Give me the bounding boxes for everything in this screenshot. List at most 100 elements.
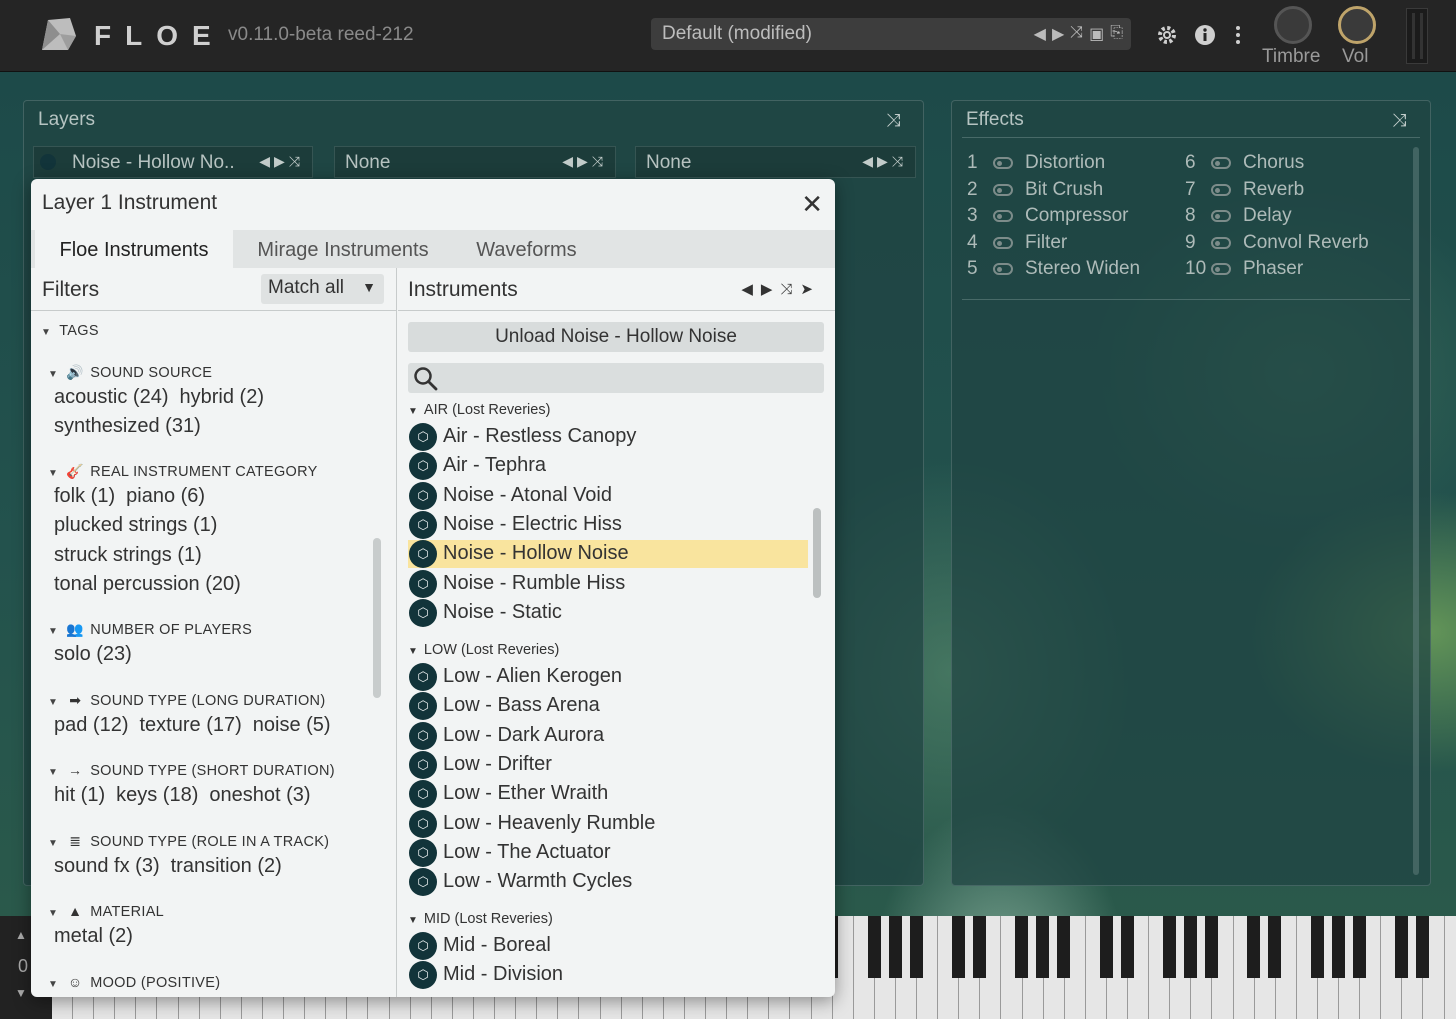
instrument-list-item[interactable]: ⬡ Low - Warmth Cycles (408, 868, 808, 897)
save-icon[interactable]: ▣ (1089, 24, 1104, 44)
black-key[interactable] (909, 916, 923, 978)
effect-toggle-icon[interactable] (993, 184, 1013, 196)
tab-floe-instruments[interactable]: Floe Instruments (35, 230, 233, 268)
filter-tag[interactable]: texture (17) (140, 714, 242, 736)
filter-tag[interactable]: solo (23) (54, 643, 132, 665)
effect-item-distortion[interactable]: 1 Distortion (967, 152, 1105, 174)
filter-tag[interactable]: hybrid (2) (180, 386, 264, 408)
effect-item-compressor[interactable]: 3 Compressor (967, 205, 1128, 227)
instrument-list-item[interactable]: ⬡ Noise - Electric Hiss (408, 510, 808, 539)
instrument-list-item[interactable]: ⬡ Low - Alien Kerogen (408, 663, 808, 691)
effect-item-chorus[interactable]: 6 Chorus (1185, 152, 1304, 174)
black-key[interactable] (867, 916, 881, 978)
filter-section-header[interactable]: ▼ → SOUND TYPE (SHORT DURATION) (48, 762, 335, 779)
effect-item-reverb[interactable]: 7 Reverb (1185, 179, 1304, 201)
filter-tag[interactable]: tonal percussion (20) (54, 573, 241, 595)
instrument-list-item[interactable]: ⬡ Low - Drifter (408, 750, 808, 779)
filter-section-header[interactable]: ▼ ▲ MATERIAL (48, 903, 164, 920)
tab-waveforms[interactable]: Waveforms (459, 230, 594, 268)
filter-tag[interactable]: folk (1) (54, 485, 115, 507)
layer-slot-controls[interactable]: ◀▶⤨ (862, 153, 907, 170)
instrument-list-item[interactable]: ⬡ Mid - Division (408, 961, 808, 990)
black-key[interactable] (888, 916, 902, 978)
next-icon[interactable]: ▶ (1052, 24, 1064, 44)
layers-shuffle-icon[interactable]: ⤨ (886, 110, 900, 131)
effect-toggle-icon[interactable] (993, 157, 1013, 169)
filter-section-header[interactable]: ▼ 🎸 REAL INSTRUMENT CATEGORY (48, 463, 318, 480)
filter-tag[interactable]: struck strings (1) (54, 544, 202, 566)
effect-item-bit-crush[interactable]: 2 Bit Crush (967, 179, 1103, 201)
effect-toggle-icon[interactable] (1211, 157, 1231, 169)
tab-mirage-instruments[interactable]: Mirage Instruments (241, 230, 445, 268)
filters-scrollbar[interactable] (373, 538, 381, 698)
layer-slot-controls[interactable]: ◀▶⤨ (562, 153, 607, 170)
instrument-list-item[interactable]: ⬡ Low - Heavenly Rumble (408, 809, 808, 838)
instrument-list-item[interactable]: ⬡ Noise - Static (408, 598, 808, 627)
instrument-list-item[interactable]: ⬡ Low - Bass Arena (408, 692, 808, 721)
black-key[interactable] (951, 916, 965, 978)
instrument-nav-controls[interactable]: ◀▶⤨➤ (741, 280, 821, 298)
effect-toggle-icon[interactable] (993, 237, 1013, 249)
gear-icon[interactable] (1156, 24, 1178, 46)
effect-toggle-icon[interactable] (993, 210, 1013, 222)
instrument-search-input[interactable] (408, 363, 824, 393)
effect-item-delay[interactable]: 8 Delay (1185, 205, 1292, 227)
effect-item-stereo-widen[interactable]: 5 Stereo Widen (967, 258, 1140, 280)
black-key[interactable] (1036, 916, 1050, 978)
effects-shuffle-icon[interactable]: ⤨ (1392, 110, 1406, 131)
close-icon[interactable]: ✕ (801, 189, 823, 220)
load-icon[interactable]: ⎘ (1110, 24, 1123, 44)
instrument-list-item[interactable]: ⬡ Mid - Boreal (408, 932, 808, 960)
effect-item-convol-reverb[interactable]: 9 Convol Reverb (1185, 232, 1369, 254)
layer-slot-1[interactable]: Noise - Hollow No.. ◀▶⤨ (33, 146, 313, 178)
black-key[interactable] (1268, 916, 1282, 978)
instrument-list-item[interactable]: ⬡ Low - Ether Wraith (408, 780, 808, 809)
effect-toggle-icon[interactable] (993, 263, 1013, 275)
instrument-list-item[interactable]: ⬡ Noise - Rumble Hiss (408, 569, 808, 598)
info-icon[interactable] (1194, 24, 1216, 46)
shuffle-icon[interactable]: ⤨ (1070, 24, 1083, 44)
filter-section-header[interactable]: ▼ 🔊 SOUND SOURCE (48, 364, 212, 381)
instrument-list-item[interactable]: ⬡ Low - Dark Aurora (408, 721, 808, 750)
filter-tag[interactable]: acoustic (24) (54, 386, 169, 408)
more-vertical-icon[interactable] (1232, 24, 1244, 46)
black-key[interactable] (1162, 916, 1176, 978)
octave-up-icon[interactable]: ▲ (15, 928, 27, 942)
black-key[interactable] (1310, 916, 1324, 978)
black-key[interactable] (973, 916, 987, 978)
black-key[interactable] (1395, 916, 1409, 978)
black-key[interactable] (1184, 916, 1198, 978)
filter-tag[interactable]: noise (5) (253, 714, 331, 736)
filter-section-header[interactable]: ▼ ➡ SOUND TYPE (LONG DURATION) (48, 692, 325, 709)
black-key[interactable] (1416, 916, 1430, 978)
instrument-list-item[interactable]: ⬡ Noise - Atonal Void (408, 481, 808, 510)
layer-slot-3[interactable]: None ◀▶⤨ (635, 146, 916, 178)
filter-tag[interactable]: synthesized (31) (54, 415, 201, 437)
instrument-list-item[interactable]: ⬡ Low - The Actuator (408, 838, 808, 867)
filter-tag[interactable]: transition (2) (171, 855, 282, 877)
instruments-scrollbar[interactable] (813, 508, 821, 598)
effect-item-filter[interactable]: 4 Filter (967, 232, 1067, 254)
white-key[interactable] (1444, 916, 1456, 1019)
volume-knob[interactable] (1338, 6, 1376, 44)
filter-section-header[interactable]: ▼ ≣ SOUND TYPE (ROLE IN A TRACK) (48, 833, 329, 850)
match-mode-dropdown[interactable]: Match all ▼ (261, 274, 384, 304)
unload-button[interactable]: Unload Noise - Hollow Noise (408, 322, 824, 352)
instrument-list-item[interactable]: ⬡ Air - Restless Canopy (408, 423, 808, 451)
black-key[interactable] (1247, 916, 1261, 978)
preset-selector[interactable]: Default (modified) ◀ ▶ ⤨ ▣ ⎘ (651, 18, 1131, 50)
timbre-knob[interactable] (1274, 6, 1312, 44)
filter-tag[interactable]: hit (1) (54, 784, 105, 806)
instrument-group-header[interactable]: ▼ LOW (Lost Reveries) (408, 642, 559, 658)
instrument-list-item[interactable]: ⬡ Air - Tephra (408, 452, 808, 481)
instrument-list-item[interactable]: ⬡ Noise - Hollow Noise (408, 540, 808, 569)
effect-toggle-icon[interactable] (1211, 263, 1231, 275)
filter-section-header[interactable]: ▼ ☺ MOOD (POSITIVE) (48, 974, 220, 991)
filter-tag[interactable]: pad (12) (54, 714, 129, 736)
tags-header[interactable]: ▼ TAGS (41, 323, 99, 339)
effect-toggle-icon[interactable] (1211, 237, 1231, 249)
filter-tag[interactable]: plucked strings (1) (54, 514, 217, 536)
filter-tag[interactable]: sound fx (3) (54, 855, 160, 877)
black-key[interactable] (1057, 916, 1071, 978)
instrument-group-header[interactable]: ▼ MID (Lost Reveries) (408, 911, 553, 927)
